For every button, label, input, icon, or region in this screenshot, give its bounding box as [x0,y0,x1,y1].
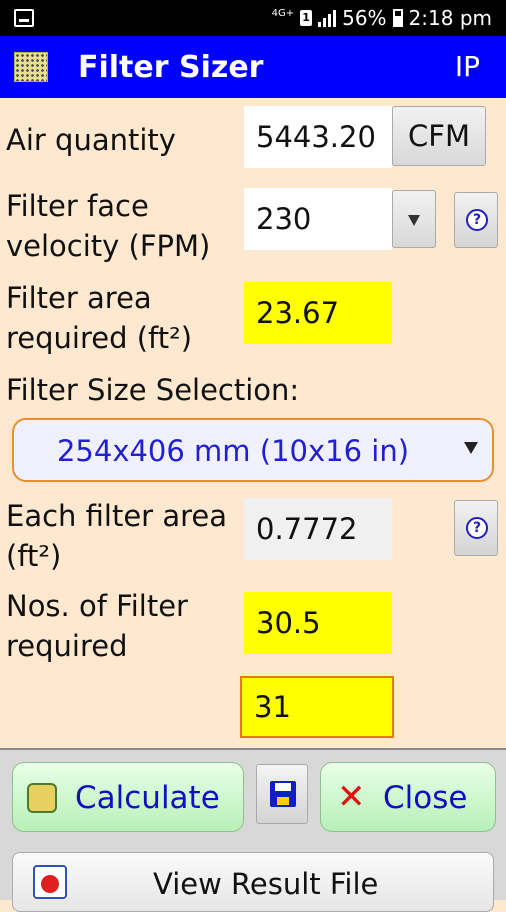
spinner-arrow-icon [464,442,478,454]
signal-icon [318,9,337,27]
gallery-notification-icon [14,9,34,27]
dropdown-arrow-icon [408,215,420,226]
units-toggle[interactable]: IP [455,50,480,83]
network-type: 4G+ [271,8,295,19]
filter-size-selected: 254x406 mm (10x16 in) [56,434,410,468]
status-bar: 4G+ 1 56% 2:18 pm [0,0,506,36]
calculate-label: Calculate [75,780,220,816]
app-title: Filter Sizer [78,50,264,85]
app-bar: Filter Sizer IP [0,36,506,98]
face-velocity-dropdown-button[interactable] [392,190,436,248]
calculate-button[interactable]: Calculate [12,762,244,832]
area-required-value: 23.67 [244,282,392,344]
filter-size-spinner[interactable]: 254x406 mm (10x16 in) [12,418,494,482]
clock: 2:18 pm [408,6,492,30]
size-selection-label: Filter Size Selection: [6,373,300,407]
face-velocity-help-button[interactable]: ? [454,192,498,248]
save-button[interactable] [256,764,308,824]
result-file-icon [33,865,67,899]
calculate-hand-icon [27,783,57,813]
air-quantity-input[interactable]: 5443.20 [244,106,392,168]
face-velocity-label-line2: velocity (FPM) [6,229,211,263]
face-velocity-input[interactable]: 230 [244,188,392,250]
nos-rounded-value: 31 [240,676,394,738]
each-area-value: 0.7772 [244,498,392,560]
area-required-label-line2: required (ft²) [6,321,193,355]
nos-required-value: 30.5 [244,592,392,654]
save-disk-icon [270,781,296,807]
battery-icon [392,9,403,27]
help-icon: ? [466,209,488,231]
sim-icon: 1 [300,10,313,26]
nos-label-line1: Nos. of Filter [6,589,188,623]
filter-logo-icon [14,52,48,82]
each-area-label-line2: (ft²) [6,539,62,573]
face-velocity-label-line1: Filter face [6,189,149,223]
each-area-help-button[interactable]: ? [454,500,498,556]
close-button[interactable]: ✕ Close [320,762,496,832]
area-required-label-line1: Filter area [6,281,152,315]
close-label: Close [383,780,468,816]
each-area-label-line1: Each filter area [6,499,227,533]
battery-percent: 56% [342,6,387,30]
air-quantity-label: Air quantity [6,123,176,157]
nos-label-line2: required [6,629,128,663]
cfm-unit-button[interactable]: CFM [392,106,486,166]
view-result-label: View Result File [153,867,379,901]
view-result-file-button[interactable]: View Result File [12,852,494,912]
close-x-icon: ✕ [337,777,366,817]
help-icon: ? [466,517,488,539]
status-right: 4G+ 1 56% 2:18 pm [272,6,492,30]
